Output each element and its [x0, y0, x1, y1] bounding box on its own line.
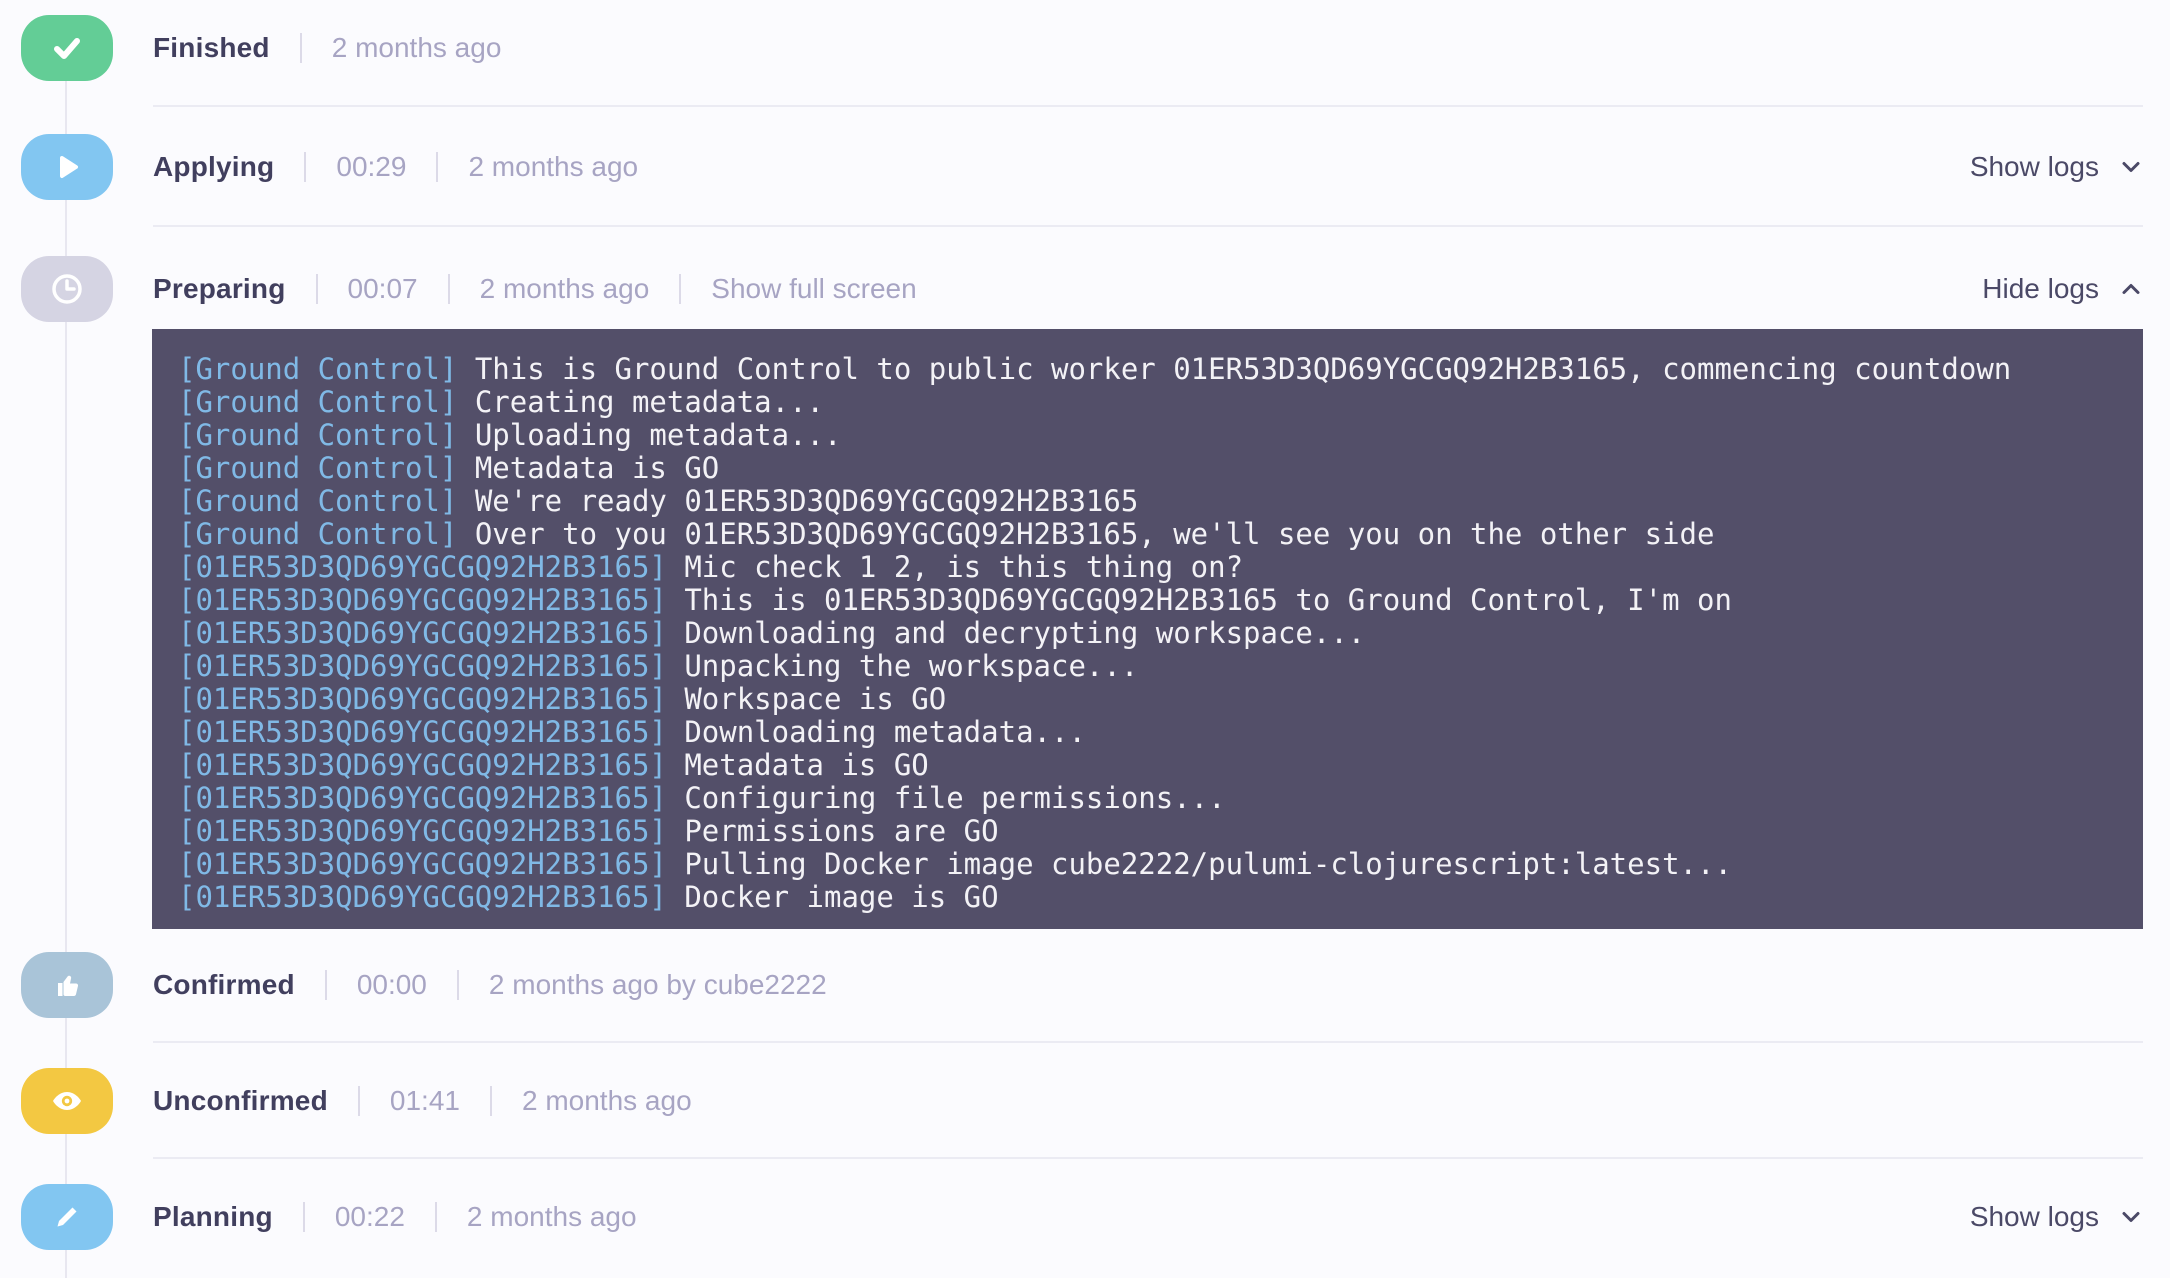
log-line: [Ground Control] We're ready 01ER53D3QD6…: [178, 485, 2133, 518]
play-icon: [47, 147, 87, 187]
log-line: [01ER53D3QD69YGCGQ92H2B3165] This is 01E…: [178, 584, 2133, 617]
log-line: [01ER53D3QD69YGCGQ92H2B3165] Metadata is…: [178, 749, 2133, 782]
stage-timestamp: 2 months ago: [522, 1085, 692, 1117]
separator: [304, 152, 306, 182]
timeline-row-unconfirmed: Unconfirmed 01:41 2 months ago: [21, 1068, 2145, 1134]
stage-timestamp: 2 months ago: [467, 1201, 637, 1233]
log-line: [01ER53D3QD69YGCGQ92H2B3165] Configuring…: [178, 782, 2133, 815]
stage-timestamp: 2 months ago: [332, 32, 502, 64]
chevron-down-icon: [2117, 1203, 2145, 1231]
separator: [325, 970, 327, 1000]
thumbs-up-icon: [47, 965, 87, 1005]
timeline-row-planning: Planning 00:22 2 months ago Show logs: [21, 1184, 2145, 1250]
check-icon: [47, 28, 87, 68]
separator: [358, 1086, 360, 1116]
show-logs-button[interactable]: Show logs: [1970, 1201, 2145, 1233]
timeline-row-confirmed: Confirmed 00:00 2 months ago by cube2222: [21, 952, 2145, 1018]
stage-label: Preparing: [153, 273, 286, 305]
row-divider: [153, 225, 2143, 227]
separator: [316, 274, 318, 304]
separator: [436, 152, 438, 182]
separator: [490, 1086, 492, 1116]
stage-duration: 01:41: [390, 1085, 460, 1117]
separator: [300, 33, 302, 63]
eye-icon: [46, 1080, 88, 1122]
timeline-row-applying: Applying 00:29 2 months ago Show logs: [21, 134, 2145, 200]
stage-duration: 00:22: [335, 1201, 405, 1233]
stage-duration: 00:07: [348, 273, 418, 305]
timeline-row-finished: Finished 2 months ago: [21, 15, 2145, 81]
log-line: [Ground Control] This is Ground Control …: [178, 353, 2133, 386]
log-line: [01ER53D3QD69YGCGQ92H2B3165] Workspace i…: [178, 683, 2133, 716]
unconfirmed-status-badge: [21, 1068, 113, 1134]
stage-timestamp: 2 months ago: [468, 151, 638, 183]
chevron-down-icon: [2117, 153, 2145, 181]
preparing-status-badge: [21, 256, 113, 322]
clock-icon: [47, 269, 87, 309]
log-line: [01ER53D3QD69YGCGQ92H2B3165] Downloading…: [178, 716, 2133, 749]
stage-label: Finished: [153, 32, 270, 64]
row-divider: [153, 1041, 2143, 1043]
stage-duration: 00:29: [336, 151, 406, 183]
confirmed-status-badge: [21, 952, 113, 1018]
pencil-icon: [47, 1197, 87, 1237]
log-line: [01ER53D3QD69YGCGQ92H2B3165] Pulling Doc…: [178, 848, 2133, 881]
finished-status-badge: [21, 15, 113, 81]
row-divider: [153, 105, 2143, 107]
stage-label: Applying: [153, 151, 274, 183]
separator: [435, 1202, 437, 1232]
timeline-row-preparing: Preparing 00:07 2 months ago Show full s…: [21, 256, 2145, 322]
log-line: [01ER53D3QD69YGCGQ92H2B3165] Mic check 1…: [178, 551, 2133, 584]
log-line: [01ER53D3QD69YGCGQ92H2B3165] Downloading…: [178, 617, 2133, 650]
stage-timestamp: 2 months ago: [480, 273, 650, 305]
separator: [303, 1202, 305, 1232]
show-logs-button[interactable]: Show logs: [1970, 151, 2145, 183]
separator: [457, 970, 459, 1000]
applying-status-badge: [21, 134, 113, 200]
show-full-screen-link[interactable]: Show full screen: [711, 273, 916, 305]
planning-status-badge: [21, 1184, 113, 1250]
stage-label: Unconfirmed: [153, 1085, 328, 1117]
log-line: [01ER53D3QD69YGCGQ92H2B3165] Unpacking t…: [178, 650, 2133, 683]
stage-timestamp: 2 months ago by cube2222: [489, 969, 827, 1001]
stage-label: Planning: [153, 1201, 273, 1233]
chevron-up-icon: [2117, 275, 2145, 303]
log-line: [Ground Control] Metadata is GO: [178, 452, 2133, 485]
separator: [679, 274, 681, 304]
log-line: [Ground Control] Creating metadata...: [178, 386, 2133, 419]
log-line: [Ground Control] Over to you 01ER53D3QD6…: [178, 518, 2133, 551]
log-line: [01ER53D3QD69YGCGQ92H2B3165] Docker imag…: [178, 881, 2133, 914]
deployment-timeline: Finished 2 months ago Applying 00:29 2 m…: [0, 0, 2170, 1278]
separator: [448, 274, 450, 304]
stage-duration: 00:00: [357, 969, 427, 1001]
log-line: [01ER53D3QD69YGCGQ92H2B3165] Permissions…: [178, 815, 2133, 848]
log-line: [Ground Control] Uploading metadata...: [178, 419, 2133, 452]
stage-label: Confirmed: [153, 969, 295, 1001]
log-panel[interactable]: [Ground Control] This is Ground Control …: [152, 329, 2143, 929]
row-divider: [153, 1157, 2143, 1159]
hide-logs-button[interactable]: Hide logs: [1982, 273, 2145, 305]
